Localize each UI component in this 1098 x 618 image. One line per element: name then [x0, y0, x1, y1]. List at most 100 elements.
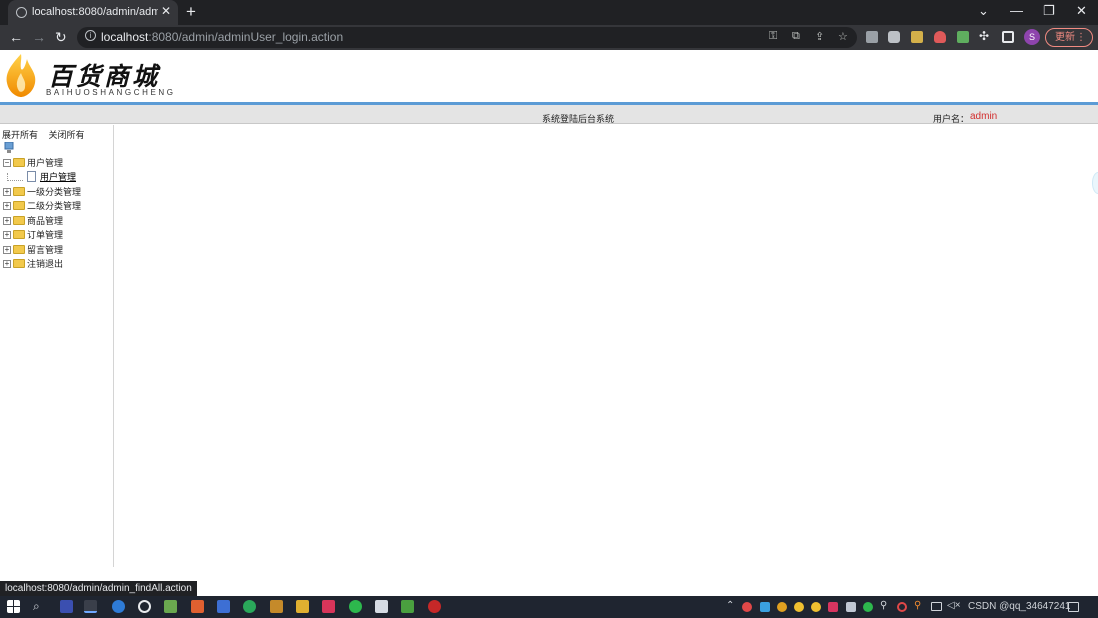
watermark-text: CSDN @qq_34647241 [968, 601, 1071, 612]
sidebar-tree: 展开所有 关闭所有 − 用户管理 用户管理 + 一级分类管理 + 二级分类管理 + 商品… [0, 125, 114, 567]
more-icon: ⋮ [1076, 32, 1086, 43]
key-icon[interactable]: ⚿ [769, 30, 777, 43]
leaf-icon[interactable] [957, 31, 969, 43]
explorer-icon[interactable] [270, 600, 283, 613]
tray-icon[interactable] [828, 602, 838, 612]
browser-icon[interactable] [112, 600, 125, 613]
expand-icon[interactable]: + [3, 201, 11, 210]
folder-icon [13, 216, 25, 225]
chrome-icon[interactable] [84, 600, 97, 613]
tree-node-category-level1[interactable]: + 一级分类管理 [3, 185, 81, 198]
site-logo: 百货商城 BAIHUOSHANGCHENG [3, 53, 173, 99]
app-icon[interactable] [375, 600, 388, 613]
new-tab-button[interactable]: + [186, 2, 196, 22]
address-bar[interactable]: i localhost:8080/admin/adminUser_login.a… [77, 27, 857, 48]
network-icon[interactable] [931, 602, 942, 611]
app-icon[interactable] [164, 600, 177, 613]
browser-tab[interactable]: localhost:8080/admin/adminU ✕ [8, 0, 178, 25]
puzzle-icon[interactable]: ✣ [979, 29, 989, 43]
app-icon[interactable] [191, 600, 204, 613]
tab-close-button[interactable]: ✕ [161, 4, 171, 18]
folder-icon [13, 187, 25, 196]
search-tray-icon[interactable]: ⚲ [914, 600, 921, 611]
tree-child-user-management[interactable]: 用户管理 [27, 170, 76, 183]
tray-icon[interactable] [811, 602, 821, 612]
tree-connector [7, 173, 23, 181]
minimize-icon[interactable]: — [1010, 3, 1023, 18]
link-status-bubble: localhost:8080/admin/admin_findAll.actio… [0, 581, 197, 596]
search-icon[interactable]: ⌕ [33, 599, 40, 614]
bookmark-star-icon[interactable]: ☆ [838, 30, 848, 43]
browser-tab-strip: localhost:8080/admin/adminU ✕ + ⌄ — ❐ ✕ [0, 0, 1098, 25]
windows-taskbar: ⌕ ⌃ ⚲ ⚲ ◁× CSDN @qq_34647241 [0, 596, 1098, 618]
wechat-icon[interactable] [349, 600, 362, 613]
expand-icon[interactable]: + [3, 259, 11, 268]
window-close-icon[interactable]: ✕ [1076, 3, 1087, 19]
reload-icon[interactable]: ↻ [55, 29, 67, 46]
tree-node-orders[interactable]: + 订单管理 [3, 228, 63, 241]
tray-icon[interactable] [846, 602, 856, 612]
collapse-icon[interactable]: − [3, 158, 11, 167]
update-button[interactable]: 更新 ⋮ [1045, 28, 1093, 47]
tray-icon[interactable] [794, 602, 804, 612]
app-icon[interactable] [322, 600, 335, 613]
forward-arrow-icon[interactable]: → [32, 29, 46, 45]
tree-node-user-management[interactable]: − 用户管理 [3, 156, 63, 169]
app-icon[interactable] [401, 600, 414, 613]
extension-icon[interactable] [866, 31, 878, 43]
windows-start-icon[interactable] [7, 600, 20, 613]
tree-node-logout[interactable]: + 注销退出 [3, 257, 63, 270]
record-icon[interactable] [428, 600, 441, 613]
expand-icon[interactable]: + [3, 216, 11, 225]
shield-icon[interactable] [934, 31, 946, 43]
folder-open-icon [13, 158, 25, 167]
microphone-icon[interactable]: ⚲ [880, 600, 887, 611]
computer-icon [4, 142, 14, 153]
app-icon[interactable] [217, 600, 230, 613]
record-icon[interactable] [138, 600, 151, 613]
tray-icon[interactable] [742, 602, 752, 612]
share-icon[interactable]: ⇪ [815, 30, 824, 43]
image-icon[interactable] [911, 31, 923, 43]
expand-icon[interactable]: + [3, 187, 11, 196]
camera-icon[interactable] [888, 31, 900, 43]
username-label: 用户名： [933, 114, 970, 124]
tree-node-products[interactable]: + 商品管理 [3, 214, 63, 227]
logo-english-text: BAIHUOSHANGCHENG [46, 88, 176, 97]
header-bar: 系统登陆后台系统 用户名： admin [0, 105, 1098, 124]
tray-icon[interactable] [863, 602, 873, 612]
floating-edge-widget[interactable] [1092, 172, 1098, 194]
expand-all-link[interactable]: 展开所有 [2, 130, 38, 140]
tree-node-category-level2[interactable]: + 二级分类管理 [3, 199, 81, 212]
folder-icon [13, 259, 25, 268]
username-value: admin [970, 111, 998, 122]
tree-node-messages[interactable]: + 留言管理 [3, 243, 63, 256]
profile-avatar[interactable]: S [1024, 29, 1040, 45]
tray-icon[interactable] [760, 602, 770, 612]
open-external-icon[interactable]: ⧉ [792, 30, 800, 43]
tray-icon[interactable] [777, 602, 787, 612]
restore-icon[interactable]: ❐ [1043, 3, 1055, 19]
collapse-all-link[interactable]: 关闭所有 [49, 130, 85, 140]
back-arrow-icon[interactable]: ← [9, 29, 23, 45]
side-panel-icon[interactable] [1002, 31, 1014, 43]
site-info-icon[interactable]: i [85, 30, 96, 41]
flame-logo-icon [6, 54, 36, 97]
tree-tools: 展开所有 关闭所有 [2, 128, 93, 141]
sync-icon[interactable] [243, 600, 256, 613]
record-icon[interactable] [897, 602, 907, 612]
tab-search-icon[interactable]: ⌄ [978, 3, 989, 19]
app-icon[interactable] [60, 600, 73, 613]
expand-icon[interactable]: + [3, 245, 11, 254]
notification-icon[interactable] [1068, 602, 1079, 612]
system-title: 系统登陆后台系统 [542, 114, 615, 124]
url-text[interactable]: localhost:8080/admin/adminUser_login.act… [101, 30, 343, 44]
expand-icon[interactable]: + [3, 230, 11, 239]
tab-title: localhost:8080/admin/adminU [32, 6, 158, 18]
globe-icon [16, 7, 27, 18]
volume-icon[interactable]: ◁× [947, 600, 961, 611]
document-icon [27, 171, 36, 182]
folder-icon[interactable] [296, 600, 309, 613]
chevron-up-icon[interactable]: ⌃ [726, 600, 734, 611]
folder-icon [13, 245, 25, 254]
